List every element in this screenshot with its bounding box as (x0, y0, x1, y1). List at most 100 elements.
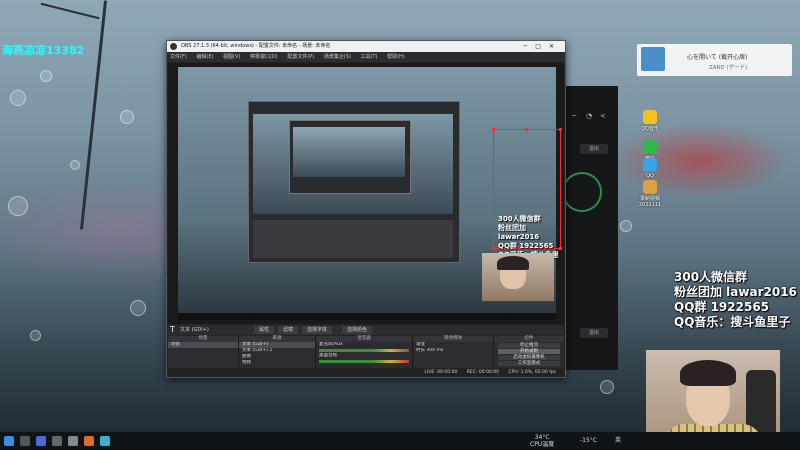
preview-line: 300人微信群 (498, 215, 541, 223)
menu-view[interactable]: 视图(V) (223, 54, 240, 60)
transitions-dock: 转场特效 渐变 时长 300 ms (413, 336, 494, 368)
menu-docks[interactable]: 停靠窗口(D) (250, 54, 278, 60)
share-icon[interactable]: < (600, 112, 608, 120)
menu-scene-collection[interactable]: 场景集合(S) (324, 54, 351, 60)
properties-button[interactable]: 属性 (254, 326, 275, 334)
mixer-track-name: 麦克风/Aux (319, 342, 343, 347)
scenes-dock: 场景 场景 (168, 336, 239, 368)
source-name: 文本 (GDI+) (180, 327, 209, 333)
obs-window: OBS 27.1.3 (64-bit, windows) - 配置文件: 未命名… (166, 40, 566, 378)
obs-logo-icon (170, 43, 177, 50)
outdoor-temp: -15°C (580, 437, 597, 444)
desktop-icon-label: QQ (646, 173, 654, 179)
transition-duration[interactable]: 时长 300 ms (413, 348, 493, 354)
temperature-tray[interactable]: -15°C (580, 437, 597, 444)
qqmusic-icon (643, 110, 657, 124)
cpu-temp-label: CPU温度 (530, 441, 555, 448)
promo-text: 300人微信群 粉丝团加 lawar2016 QQ群 1922565 QQ音乐：… (674, 270, 797, 330)
obs-title: OBS 27.1.3 (64-bit, windows) - 配置文件: 未命名… (181, 43, 331, 49)
obs-preview[interactable]: 300人微信群 粉丝团加 lawar2016 QQ群 1922565 QQ音乐：… (168, 63, 564, 324)
watermark-text: 海燕凉凉13382 (2, 44, 85, 57)
select-color-button[interactable]: 选择颜色 (342, 326, 373, 334)
mixer-dock: 混音器 麦克风/Aux 桌面音频 (316, 336, 413, 368)
window-controls: ─□✕ (524, 41, 562, 52)
nested-mixer (253, 220, 453, 258)
album-cover (641, 47, 665, 71)
start-icon[interactable] (4, 436, 14, 446)
live-status: LIVE: 00:00:00 (424, 370, 458, 375)
song-title: 心を開いて (截开心扉) (687, 54, 748, 61)
webcam-hair (497, 256, 529, 270)
search-icon[interactable] (20, 436, 30, 446)
side-app-panel: ─ ◔ < 退出 退出 (558, 86, 618, 370)
ime-label: 英 (615, 437, 622, 444)
folder-icon (643, 180, 657, 194)
maximize-button[interactable]: □ (535, 43, 549, 50)
progress-ring (562, 172, 602, 212)
streamer-hair (680, 360, 736, 386)
obs-taskbar-icon[interactable] (68, 436, 78, 446)
desktop-icon-label: QQ音乐 (641, 126, 659, 132)
obs-menubar: 文件(F) 编辑(E) 视图(V) 停靠窗口(D) 配置文件(P) 场景集合(S… (167, 52, 565, 62)
start-recording-button[interactable]: 开始录制 (498, 349, 560, 354)
webcam-source (482, 253, 554, 301)
sources-dock: 来源 文本 (GDI+) 文本 (GDI+) 2 图像 视频 (239, 336, 316, 368)
duration-label: 时长 (416, 348, 425, 353)
controls-header: 控件 (494, 336, 564, 342)
app-icon[interactable] (100, 436, 110, 446)
wechat-icon (643, 140, 657, 154)
scene-item[interactable]: 场景 (168, 342, 238, 348)
cpu-temp-value: 34°C (534, 434, 550, 441)
filters-button[interactable]: 滤镜 (278, 326, 299, 334)
minimize-button[interactable]: ─ (524, 43, 536, 50)
app-icon[interactable] (84, 436, 94, 446)
windows-taskbar: 34°C CPU温度 -15°C 英 (0, 432, 800, 450)
source-toolbar: T 文本 (GDI+) 属性 滤镜 选择字体 选择颜色 (168, 325, 564, 335)
nested-obs-preview (248, 101, 460, 263)
qq-icon (643, 158, 657, 172)
side-exit-button[interactable]: 退出 (580, 144, 608, 154)
desktop-icon-label: 录制视频 2022111 (638, 196, 662, 208)
obs-docks: 场景 场景 来源 文本 (GDI+) 文本 (GDI+) 2 图像 视频 混音器… (168, 336, 564, 368)
nested-preview-area-2 (293, 127, 405, 177)
close-button[interactable]: ✕ (549, 43, 562, 50)
preview-taskbar (178, 313, 556, 320)
minimize-icon[interactable]: ─ (572, 112, 580, 120)
controls-dock: 控件 停止推流 开始录制 启动虚拟摄像机 工作室模式 (494, 336, 564, 368)
desktop-icon-recording[interactable]: 录制视频 2022111 (630, 180, 670, 208)
song-artist: ZARD (ザード) (709, 65, 748, 71)
side-exit-button-2[interactable]: 退出 (580, 328, 608, 338)
obs-titlebar: OBS 27.1.3 (64-bit, windows) - 配置文件: 未命名… (167, 41, 565, 52)
mixer-track-name: 桌面音频 (319, 353, 337, 358)
menu-edit[interactable]: 编辑(E) (196, 54, 213, 60)
preview-line: 粉丝团加 lawar2016 (498, 224, 540, 241)
desktop-icon-qqmusic[interactable]: QQ音乐 (630, 110, 670, 132)
ime-indicator[interactable]: 英 (615, 437, 621, 444)
menu-help[interactable]: 帮助(H) (387, 54, 405, 60)
weather-tray[interactable]: 34°C CPU温度 (530, 434, 554, 448)
rec-status: REC: 00:00:00 (466, 370, 500, 375)
desktop-icon-qq[interactable]: QQ (630, 158, 670, 179)
virtual-camera-button[interactable]: 启动虚拟摄像机 (498, 355, 560, 360)
duration-value: 300 ms (426, 348, 444, 353)
obs-statusbar: LIVE: 00:00:00 REC: 00:00:00 CPU: 1.0%, … (168, 369, 564, 377)
volume-meter[interactable] (319, 360, 409, 363)
source-item[interactable]: 视频 (239, 360, 315, 366)
studio-mode-button[interactable]: 工作室模式 (498, 361, 560, 366)
bell-icon[interactable]: ◔ (586, 112, 594, 120)
menu-profile[interactable]: 配置文件(P) (287, 54, 314, 60)
app-icon[interactable] (52, 436, 62, 446)
menu-file[interactable]: 文件(F) (170, 54, 187, 60)
promo-line: QQ音乐：搜斗鱼里子 (674, 315, 791, 329)
menu-tools[interactable]: 工具(T) (361, 54, 378, 60)
volume-meter[interactable] (319, 349, 409, 352)
cpu-status: CPU: 1.0%, 60.00 fps (508, 370, 557, 375)
promo-line: QQ群 1922565 (674, 300, 770, 314)
stop-streaming-button[interactable]: 停止推流 (498, 343, 560, 348)
preview-line: QQ群 1922565 (498, 242, 554, 250)
music-widget[interactable]: 心を開いて (截开心扉) ZARD (ザード) (637, 44, 792, 76)
select-font-button[interactable]: 选择字体 (302, 326, 333, 334)
promo-line: 300人微信群 (674, 270, 748, 284)
app-icon[interactable] (36, 436, 46, 446)
promo-line: 粉丝团加 lawar2016 (674, 285, 797, 299)
